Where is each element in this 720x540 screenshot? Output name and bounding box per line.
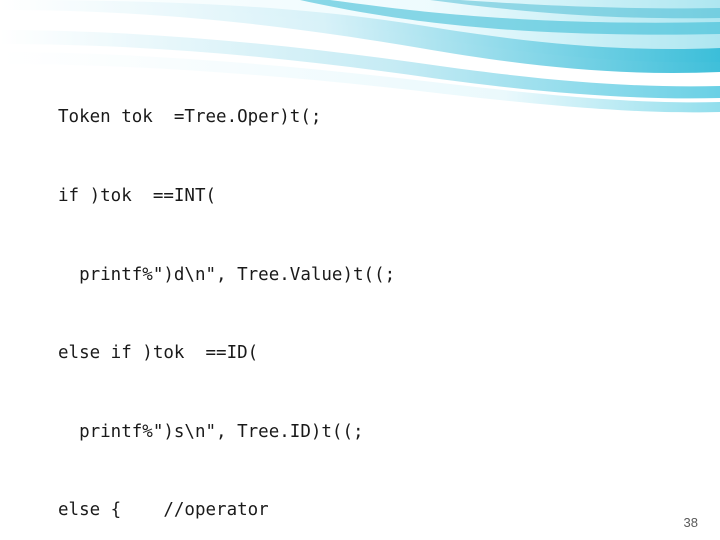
code-listing: Token tok =Tree.Oper)t(; if )tok ==INT( … (58, 52, 698, 540)
code-line: printf%")s\n", Tree.ID)t((; (58, 421, 364, 442)
slide-canvas: Token tok =Tree.Oper)t(; if )tok ==INT( … (0, 0, 720, 540)
code-line: printf%")d\n", Tree.Value)t((; (58, 264, 396, 285)
page-number: 38 (683, 515, 698, 530)
code-line: else if )tok ==ID( (58, 343, 259, 364)
code-line: if )tok ==INT( (58, 186, 217, 206)
code-line: Token tok =Tree.Oper)t(; (58, 107, 322, 128)
code-line: else { //operator (58, 500, 269, 521)
